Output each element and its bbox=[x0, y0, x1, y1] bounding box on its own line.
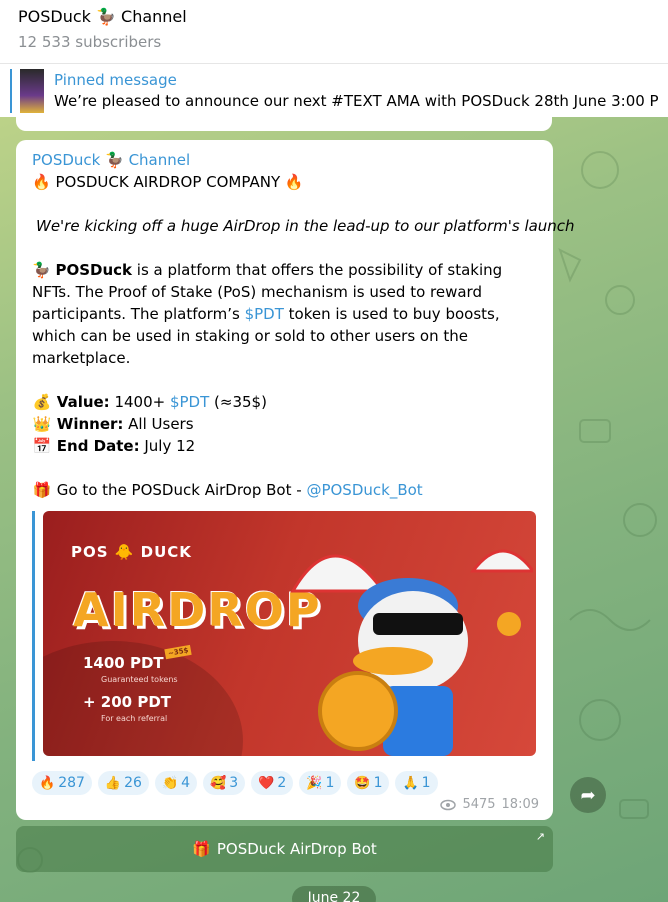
pinned-text: We’re pleased to announce our next #TEXT… bbox=[54, 91, 659, 110]
duck-emoji: 🦆 bbox=[32, 261, 51, 279]
pinned-accent-bar bbox=[10, 68, 12, 113]
reaction-star-eyes[interactable]: 🤩 1 bbox=[347, 771, 390, 795]
pinned-message-bar[interactable]: Pinned message We’re pleased to announce… bbox=[0, 63, 668, 117]
fire-emoji: 🔥 bbox=[32, 173, 51, 191]
headline: POSDUCK AIRDROP COMPANY bbox=[55, 173, 281, 191]
winner-label: Winner: bbox=[56, 415, 124, 433]
reaction-pray[interactable]: 🙏 1 bbox=[395, 771, 438, 795]
banner-tag: ~35$ bbox=[164, 644, 193, 660]
banner-prize-1-sub: Guaranteed tokens bbox=[101, 675, 178, 684]
message-text: 🔥 POSDUCK AIRDROP COMPANY 🔥 We're kickin… bbox=[32, 171, 575, 501]
reaction-party[interactable]: 🎉 1 bbox=[299, 771, 342, 795]
message-meta: 5475 18:09 bbox=[440, 797, 539, 812]
reactions-bar: 🔥 287 👍 26 👏 4 🥰 3 ❤️ 2 🎉 1 🤩 1 🙏 1 bbox=[32, 771, 537, 795]
reaction-count: 1 bbox=[325, 775, 335, 791]
para-line: token is used to buy boosts, bbox=[283, 305, 500, 323]
reaction-count: 1 bbox=[421, 775, 431, 791]
banner-prize-2: + 200 PDT bbox=[83, 693, 172, 711]
para-line: marketplace. bbox=[32, 349, 131, 367]
crown-icon: 👑 bbox=[32, 415, 52, 433]
para-line: participants. The platform’s bbox=[32, 305, 245, 323]
end-label: End Date: bbox=[56, 437, 140, 455]
end-value: July 12 bbox=[139, 437, 196, 455]
para-line: NFTs. The Proof of Stake (PoS) mechanism… bbox=[32, 283, 482, 301]
message-author[interactable]: POSDuck 🦆 Channel bbox=[32, 150, 537, 171]
bot-inline-button[interactable]: 🎁 POSDuck AirDrop Bot ↗ bbox=[16, 826, 553, 872]
reaction-count: 26 bbox=[124, 775, 142, 791]
token-link[interactable]: $PDT bbox=[245, 305, 284, 323]
reaction-fire[interactable]: 🔥 287 bbox=[32, 771, 92, 795]
gift-icon: 🎁 bbox=[192, 840, 211, 858]
reaction-heart[interactable]: ❤️ 2 bbox=[251, 771, 294, 795]
external-link-icon: ↗ bbox=[535, 830, 545, 843]
banner-prize-2-sub: For each referral bbox=[101, 714, 168, 723]
reaction-count: 4 bbox=[181, 775, 191, 791]
banner-brand: POS 🐥 DUCK bbox=[71, 543, 192, 561]
pinned-label: Pinned message bbox=[54, 70, 177, 89]
reaction-emoji: 🙏 bbox=[402, 775, 419, 791]
intro-text: We're kicking off a huge AirDrop in the … bbox=[36, 217, 575, 235]
fire-emoji: 🔥 bbox=[284, 173, 304, 191]
message-bubble[interactable]: POSDuck 🦆 Channel 🔥 POSDUCK AIRDROP COMP… bbox=[16, 140, 575, 820]
share-button[interactable]: ➦ bbox=[570, 777, 606, 813]
reaction-emoji: 🤩 bbox=[354, 775, 371, 791]
bot-button-label: POSDuck AirDrop Bot bbox=[216, 840, 377, 858]
calendar-icon: 📅 bbox=[32, 437, 52, 455]
date-separator: June 22 bbox=[292, 886, 376, 902]
reaction-love-face[interactable]: 🥰 3 bbox=[203, 771, 246, 795]
pinned-thumbnail bbox=[20, 68, 44, 113]
reaction-emoji: 🔥 bbox=[39, 775, 56, 791]
duck-mascot-illustration bbox=[290, 549, 533, 756]
reaction-emoji: 👍 bbox=[104, 775, 122, 791]
bot-handle-link[interactable]: @POSDuck_Bot bbox=[306, 481, 422, 499]
forward-icon: ➦ bbox=[580, 784, 596, 806]
link-preview[interactable]: POS 🐥 DUCK AIRDROP ~35$ 1400 PDT Guarant… bbox=[32, 511, 537, 761]
goto-text: Go to the POSDuck AirDrop Bot bbox=[56, 481, 292, 499]
reaction-clap[interactable]: 👏 4 bbox=[154, 771, 198, 795]
token-link[interactable]: $PDT bbox=[170, 393, 209, 411]
previous-message-bubble bbox=[16, 117, 552, 131]
reaction-emoji: ❤️ bbox=[258, 775, 275, 791]
para-line: which can be used in staking or sold to … bbox=[32, 327, 469, 345]
value-pre: 1400+ bbox=[109, 393, 170, 411]
reaction-count: 1 bbox=[373, 775, 383, 791]
eye-icon bbox=[440, 799, 457, 810]
para-line: is a platform that offers the possibilit… bbox=[132, 261, 503, 279]
goto-separator: - bbox=[291, 481, 307, 499]
reaction-count: 287 bbox=[58, 775, 85, 791]
value-label: Value: bbox=[56, 393, 110, 411]
reaction-emoji: 🎉 bbox=[306, 775, 323, 791]
banner-prize-1: 1400 PDT bbox=[83, 654, 164, 672]
reaction-emoji: 🥰 bbox=[210, 775, 227, 791]
channel-header[interactable]: POSDuck 🦆 Channel 12 533 subscribers bbox=[0, 0, 668, 63]
para-brand: POSDuck bbox=[55, 261, 133, 279]
winner-value: All Users bbox=[123, 415, 194, 433]
reaction-count: 3 bbox=[229, 775, 239, 791]
airdrop-banner-image[interactable]: POS 🐥 DUCK AIRDROP ~35$ 1400 PDT Guarant… bbox=[43, 511, 536, 756]
reaction-emoji: 👏 bbox=[161, 775, 179, 791]
reaction-thumbs-up[interactable]: 👍 26 bbox=[97, 771, 149, 795]
reaction-count: 2 bbox=[277, 775, 287, 791]
money-bag-icon: 💰 bbox=[32, 393, 52, 411]
gift-icon: 🎁 bbox=[32, 481, 52, 499]
channel-title: POSDuck 🦆 Channel bbox=[18, 7, 187, 26]
value-post: (≈35$) bbox=[209, 393, 267, 411]
view-count: 5475 bbox=[462, 797, 496, 812]
message-time: 18:09 bbox=[501, 797, 539, 812]
subscriber-count: 12 533 subscribers bbox=[18, 33, 162, 51]
